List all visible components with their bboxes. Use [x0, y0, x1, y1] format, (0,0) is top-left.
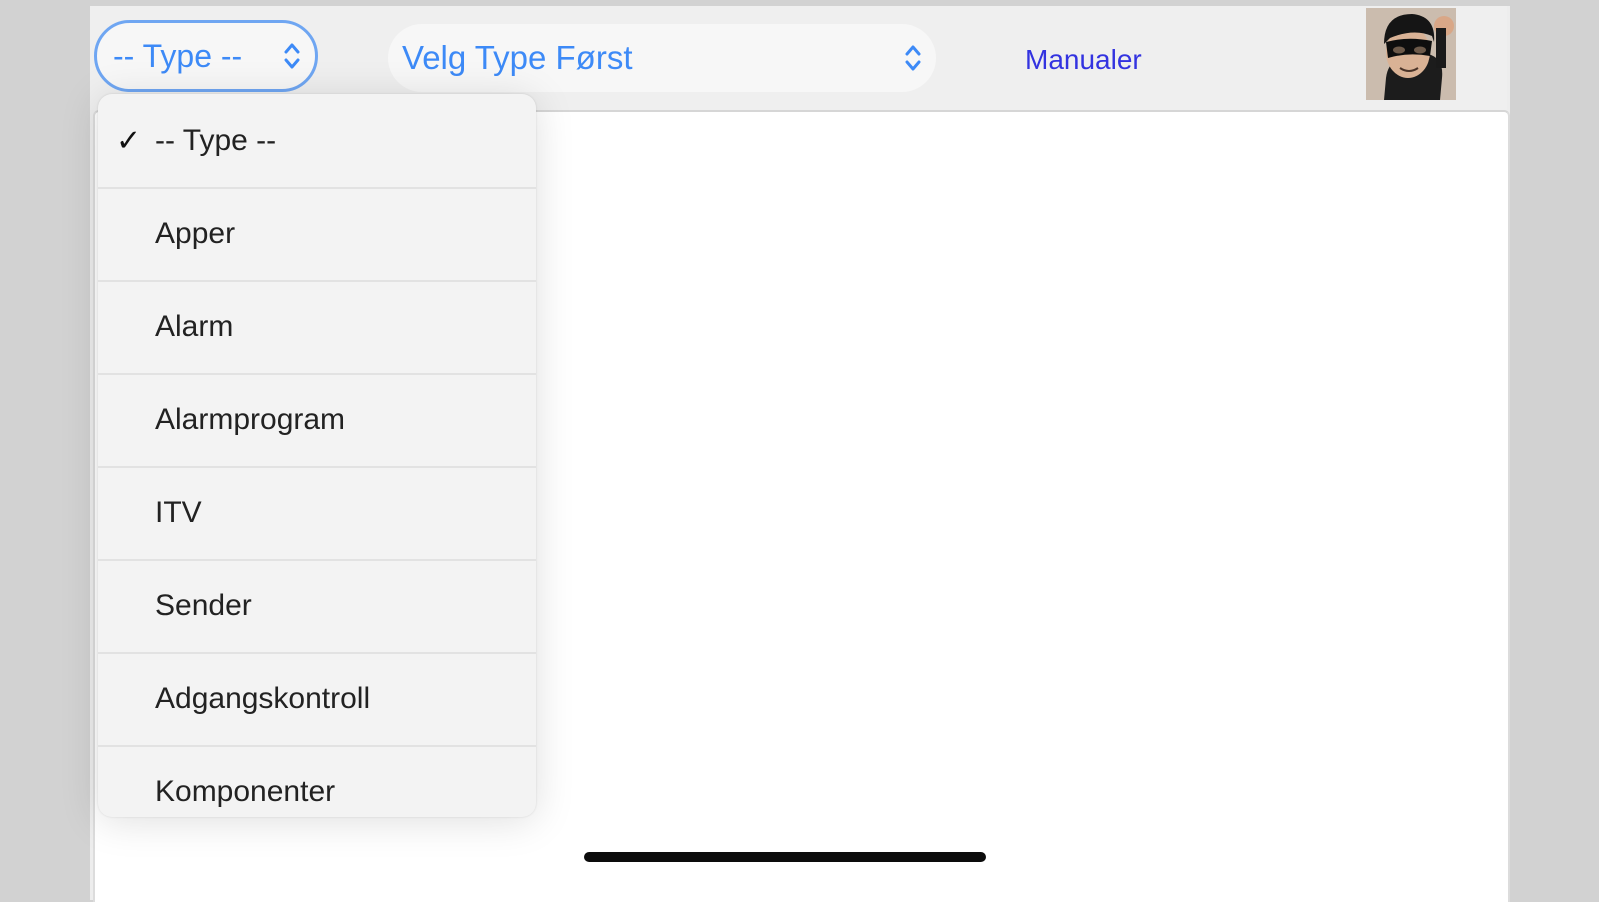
type-option[interactable]: ✓ -- Type -- — [98, 94, 536, 187]
type-option[interactable]: Adgangskontroll — [98, 652, 536, 745]
masked-person-icon — [1366, 8, 1456, 100]
type-option-label: Alarmprogram — [155, 402, 346, 436]
type-option-label: ITV — [155, 495, 202, 529]
type-option[interactable]: Apper — [98, 187, 536, 280]
type-select-value: -- Type -- — [113, 37, 243, 74]
type-select[interactable]: -- Type -- — [94, 20, 318, 92]
type-option-label: Apper — [155, 216, 236, 250]
chevron-up-down-icon — [284, 43, 300, 69]
checkmark-icon: ✓ — [116, 124, 142, 157]
chevron-up-down-icon — [905, 45, 921, 71]
avatar[interactable] — [1366, 8, 1456, 100]
type-option[interactable]: Komponenter — [98, 745, 536, 817]
type-option-label: -- Type -- — [155, 123, 277, 157]
type-option[interactable]: Sender — [98, 559, 536, 652]
model-select[interactable]: Velg Type Først — [388, 24, 936, 92]
type-options-list: ✓ -- Type -- Apper Alarm Alarmprogram IT… — [98, 94, 536, 817]
model-select-value: Velg Type Først — [402, 39, 633, 76]
home-indicator[interactable] — [584, 852, 986, 862]
type-option[interactable]: Alarm — [98, 280, 536, 373]
type-option-label: Sender — [155, 588, 252, 622]
type-dropdown-menu: ✓ -- Type -- Apper Alarm Alarmprogram IT… — [98, 94, 536, 817]
manuals-link[interactable]: Manualer — [1025, 44, 1142, 76]
type-option[interactable]: ITV — [98, 466, 536, 559]
type-option-label: Alarm — [155, 309, 234, 343]
type-option[interactable]: Alarmprogram — [98, 373, 536, 466]
type-option-label: Adgangskontroll — [155, 681, 371, 715]
type-option-label: Komponenter — [155, 774, 336, 808]
